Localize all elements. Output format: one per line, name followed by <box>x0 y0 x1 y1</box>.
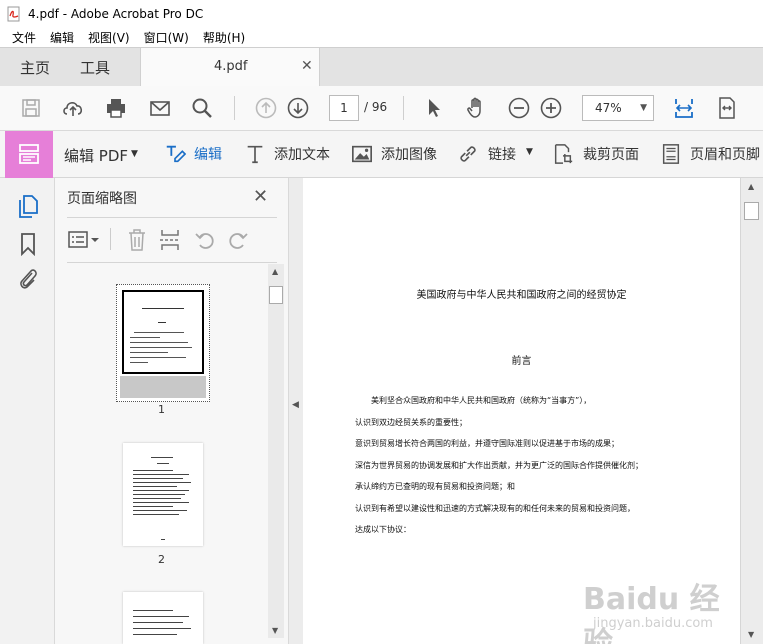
zoom-in-icon[interactable] <box>539 96 563 120</box>
divider <box>110 228 111 250</box>
page-thumbnail-label: 2 <box>158 553 165 566</box>
document-title: 美国政府与中华人民共和国政府之间的经贸协定 <box>416 290 627 301</box>
document-paragraph: 意识到贸易增长符合两国的利益，并遵守国际准则以促进基于市场的成果； <box>355 439 619 448</box>
page-thumbnail[interactable] <box>123 592 203 644</box>
panel-splitter[interactable]: ◀ <box>289 178 303 644</box>
page-thumbnail[interactable] <box>116 284 210 402</box>
edit-pdf-toolbar: 编辑 PDF ▼ 编辑 添加文本 添加图像 链接 ▼ 裁剪页面 页眉和页脚 <box>0 131 763 178</box>
edit-pdf-tool-badge[interactable] <box>5 131 53 178</box>
zoom-out-icon[interactable] <box>507 96 531 120</box>
tab-home[interactable]: 主页 <box>20 57 50 78</box>
page-thumbnail[interactable] <box>123 443 203 546</box>
add-image-button[interactable]: 添加图像 <box>381 144 437 164</box>
scrollbar-thumb[interactable] <box>744 202 759 220</box>
bookmark-icon[interactable] <box>19 232 37 256</box>
thumbnail-scrollbar[interactable]: ▲ ▼ <box>268 264 284 638</box>
watermark: Baidu 经验 jingyan.baidu.com <box>583 568 743 644</box>
tab-document[interactable]: 4.pdf ✕ <box>140 48 320 87</box>
tab-tools[interactable]: 工具 <box>80 57 110 78</box>
link-icon[interactable] <box>457 143 479 165</box>
close-icon[interactable]: ✕ <box>301 58 313 74</box>
zoom-select[interactable]: 47% ▼ <box>582 95 654 121</box>
page-number-input[interactable]: 1 <box>329 95 359 121</box>
attachment-icon[interactable] <box>17 266 39 290</box>
header-footer-icon[interactable] <box>660 143 682 165</box>
watermark-brand: Baidu 经验 <box>583 582 720 644</box>
upload-cloud-icon[interactable] <box>61 96 85 120</box>
toolbar-separator <box>403 96 404 120</box>
menu-help[interactable]: 帮助(H) <box>203 29 245 46</box>
page-thumbnails-icon[interactable] <box>17 194 39 218</box>
page-total: / 96 <box>364 100 388 114</box>
tab-bar: 主页 工具 4.pdf ✕ <box>0 47 763 87</box>
options-menu-icon[interactable] <box>68 230 100 250</box>
edit-pdf-mode-label[interactable]: 编辑 PDF <box>64 145 128 166</box>
document-paragraph: 达成以下协议： <box>355 525 411 534</box>
select-cursor-icon[interactable] <box>422 96 446 120</box>
document-section-heading: 前言 <box>511 356 532 367</box>
print-icon[interactable] <box>104 96 128 120</box>
scroll-down-icon[interactable]: ▼ <box>272 626 278 635</box>
chevron-down-icon: ▼ <box>640 103 647 113</box>
toolbar-separator <box>234 96 235 120</box>
add-image-icon[interactable] <box>351 143 373 165</box>
previous-page-icon[interactable] <box>254 96 278 120</box>
document-paragraph: 认识到有希望以建设性和迅速的方式解决现有的和任何未来的贸易和投资问题， <box>355 504 635 513</box>
edit-text-image-icon[interactable] <box>164 143 186 165</box>
main-toolbar: 1 / 96 47% ▼ <box>0 86 763 131</box>
collapse-panel-icon[interactable]: ◀ <box>292 400 299 410</box>
divider <box>67 217 277 218</box>
document-paragraph: 美利坚合众国政府和中华人民共和国政府（统称为“当事方”）， <box>355 396 592 405</box>
scroll-up-icon[interactable]: ▲ <box>748 182 754 191</box>
document-paragraph: 深信为世界贸易的协调发展和扩大作出贡献，并为更广泛的国际合作提供催化剂； <box>355 461 643 470</box>
header-footer-button[interactable]: 页眉和页脚 <box>690 144 760 164</box>
edit-button[interactable]: 编辑 <box>194 144 222 164</box>
document-scrollbar[interactable]: ▲ ▼ <box>740 178 763 644</box>
pdf-file-icon <box>7 6 20 21</box>
menu-file[interactable]: 文件 <box>12 29 36 46</box>
next-page-icon[interactable] <box>286 96 310 120</box>
delete-icon[interactable] <box>126 228 148 252</box>
menu-window[interactable]: 窗口(W) <box>144 29 189 46</box>
thumbnail-preview <box>122 290 204 374</box>
link-button[interactable]: 链接 <box>488 144 516 164</box>
thumbnail-overlay <box>120 376 206 398</box>
scrollbar-thumb[interactable] <box>269 286 283 304</box>
window-title: 4.pdf - Adobe Acrobat Pro DC <box>28 6 204 21</box>
left-navigation-rail <box>0 178 55 644</box>
document-paragraph: 承认缔约方已查明的现有贸易和投资问题；和 <box>355 482 515 491</box>
page-thumbnail-label: 1 <box>158 403 165 416</box>
menu-bar: 文件 编辑 视图(V) 窗口(W) 帮助(H) <box>0 27 763 47</box>
add-text-icon[interactable] <box>244 143 266 165</box>
caret-down-icon[interactable]: ▼ <box>526 147 533 157</box>
fit-page-icon[interactable] <box>715 96 739 120</box>
caret-down-icon[interactable]: ▼ <box>131 149 138 159</box>
page-thumbnails-panel: 页面缩略图 ✕ 1 2 ▲ ▼ <box>55 178 289 644</box>
menu-edit[interactable]: 编辑 <box>50 29 74 46</box>
document-paragraph: 认识到双边经贸关系的重要性； <box>355 418 467 427</box>
hand-tool-icon[interactable] <box>464 96 488 120</box>
crop-page-icon[interactable] <box>552 143 574 165</box>
fit-width-icon[interactable] <box>672 96 696 120</box>
search-icon[interactable] <box>190 96 214 120</box>
menu-view[interactable]: 视图(V) <box>88 29 130 46</box>
window-titlebar: 4.pdf - Adobe Acrobat Pro DC <box>0 0 763 27</box>
close-icon[interactable]: ✕ <box>253 186 268 207</box>
divider <box>67 262 277 263</box>
panel-title: 页面缩略图 <box>67 191 137 207</box>
rotate-right-icon[interactable] <box>227 229 249 251</box>
rotate-left-icon[interactable] <box>194 229 216 251</box>
scroll-up-icon[interactable]: ▲ <box>272 267 278 276</box>
extract-pages-icon[interactable] <box>159 228 181 252</box>
crop-page-button[interactable]: 裁剪页面 <box>583 144 639 164</box>
edit-pdf-tool-icon <box>19 144 39 164</box>
watermark-url: jingyan.baidu.com <box>593 616 713 631</box>
email-icon[interactable] <box>148 96 172 120</box>
tab-document-label: 4.pdf <box>214 59 248 74</box>
scroll-down-icon[interactable]: ▼ <box>748 630 754 639</box>
zoom-value: 47% <box>595 101 622 115</box>
save-icon[interactable] <box>19 96 43 120</box>
add-text-button[interactable]: 添加文本 <box>274 144 330 164</box>
